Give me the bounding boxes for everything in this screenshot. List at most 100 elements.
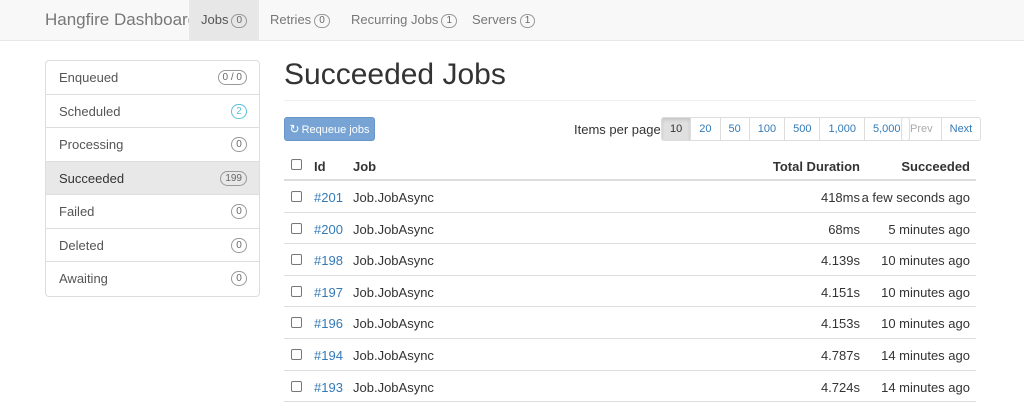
sidebar-item-count: 0 [231, 204, 247, 219]
table-header: Id Job Total Duration Succeeded [284, 150, 976, 181]
job-name: Job.JobAsync [353, 316, 434, 332]
sidebar-item-label: Scheduled [59, 103, 121, 119]
nav-servers-label: Servers [472, 12, 517, 27]
sidebar-item-count: 199 [220, 170, 247, 186]
job-id-link[interactable]: #194 [314, 348, 343, 363]
page-size-1000[interactable]: 1,000 [819, 118, 864, 140]
job-name: Job.JobAsync [353, 221, 434, 237]
job-succeeded-time: 14 minutes ago [881, 379, 970, 395]
sidebar-item-count: 2 [231, 103, 247, 119]
row-checkbox[interactable] [291, 285, 302, 297]
select-all-checkbox[interactable] [291, 159, 302, 170]
requeue-jobs-button[interactable]: ↻ Requeue jobs [284, 117, 375, 141]
job-duration: 4.787s [820, 347, 860, 363]
nav-recurring-jobs-count: 1 [441, 14, 457, 28]
sidebar-item-label: Succeeded [59, 170, 125, 186]
sidebar-item-awaiting[interactable]: Awaiting 0 [46, 262, 259, 296]
sidebar-item-count: 0 [231, 137, 247, 152]
nav-recurring-jobs[interactable]: Recurring Jobs 1 [339, 0, 469, 40]
job-succeeded-time: 10 minutes ago [881, 253, 970, 269]
sidebar-item-deleted[interactable]: Deleted 0 [46, 229, 259, 262]
table-row: #201 Job.JobAsync 418ms a few seconds ag… [284, 181, 976, 213]
job-duration: 4.139s [820, 253, 860, 269]
sidebar-item-label: Enqueued [59, 70, 119, 85]
job-duration: 4.151s [820, 284, 860, 300]
row-checkbox[interactable] [291, 222, 302, 234]
job-succeeded-time: 14 minutes ago [881, 347, 970, 363]
table-row: #193 Job.JobAsync 4.724s 14 minutes ago [284, 371, 976, 403]
jobs-table: Id Job Total Duration Succeeded #201 Job… [284, 150, 976, 403]
table-row: #198 Job.JobAsync 4.139s 10 minutes ago [284, 244, 976, 276]
job-id-link[interactable]: #197 [314, 285, 343, 300]
requeue-jobs-label: Requeue jobs [301, 124, 370, 136]
job-id-link[interactable]: #200 [314, 222, 343, 237]
row-checkbox[interactable] [291, 191, 302, 202]
job-duration: 4.724s [820, 379, 860, 395]
top-navbar: Hangfire Dashboard Jobs 0 Retries 0 Recurr… [0, 0, 1024, 41]
job-succeeded-time: 5 minutes ago [888, 221, 970, 237]
job-id-link[interactable]: #193 [314, 380, 343, 395]
nav-servers[interactable]: Servers 1 [460, 0, 547, 40]
pagination: Prev Next [901, 117, 982, 141]
page-size-selector: 10 20 50 100 500 1,000 5,000 [661, 117, 910, 141]
job-id-link[interactable]: #196 [314, 316, 343, 331]
job-name: Job.JobAsync [353, 190, 434, 205]
nav-jobs-count: 0 [231, 14, 248, 28]
header-succeeded: Succeeded [901, 159, 970, 174]
sidebar-item-label: Processing [59, 137, 124, 152]
nav-retries-label: Retries [270, 12, 312, 27]
job-id-link[interactable]: #201 [314, 190, 343, 205]
job-name: Job.JobAsync [353, 379, 434, 395]
sidebar-item-label: Failed [59, 204, 95, 219]
sidebar-item-count: 0 [231, 237, 247, 253]
nav-retries[interactable]: Retries 0 [258, 0, 342, 40]
job-name: Job.JobAsync [353, 284, 434, 300]
page-title: Succeeded Jobs [284, 58, 506, 91]
job-duration: 4.153s [820, 316, 860, 332]
job-duration: 418ms [820, 190, 860, 205]
job-succeeded-time: a few seconds ago [861, 190, 970, 205]
table-row: #197 Job.JobAsync 4.151s 10 minutes ago [284, 276, 976, 308]
header-total-duration: Total Duration [772, 159, 860, 174]
job-id-link[interactable]: #198 [314, 253, 343, 268]
page-size-100[interactable]: 100 [748, 118, 784, 140]
prev-page-button[interactable]: Prev [902, 118, 941, 140]
sidebar-item-scheduled[interactable]: Scheduled 2 [46, 95, 259, 128]
brand-title[interactable]: Hangfire Dashboard [45, 10, 197, 30]
refresh-icon: ↻ [289, 122, 300, 136]
job-name: Job.JobAsync [353, 253, 434, 269]
sidebar-item-label: Deleted [59, 237, 104, 253]
title-divider [284, 100, 976, 101]
sidebar-item-count: 0 / 0 [217, 70, 247, 85]
table-row: #200 Job.JobAsync 68ms 5 minutes ago [284, 213, 976, 245]
page-size-500[interactable]: 500 [784, 118, 819, 140]
row-checkbox[interactable] [291, 380, 302, 392]
sidebar-item-failed[interactable]: Failed 0 [46, 195, 259, 229]
job-duration: 68ms [828, 221, 860, 237]
row-checkbox[interactable] [291, 348, 302, 360]
items-per-page-label: Items per page: [574, 122, 665, 137]
job-name: Job.JobAsync [353, 347, 434, 363]
page-size-50[interactable]: 50 [719, 118, 749, 140]
job-succeeded-time: 10 minutes ago [881, 284, 970, 300]
row-checkbox[interactable] [291, 317, 302, 329]
header-job: Job [353, 159, 377, 174]
sidebar-item-count: 0 [231, 271, 247, 286]
job-succeeded-time: 10 minutes ago [881, 316, 970, 332]
header-id: Id [314, 159, 326, 174]
sidebar-item-enqueued[interactable]: Enqueued 0 / 0 [46, 61, 259, 95]
sidebar-item-succeeded[interactable]: Succeeded 199 [46, 161, 259, 195]
page-size-20[interactable]: 20 [690, 118, 719, 140]
nav-jobs[interactable]: Jobs 0 [189, 0, 260, 40]
nav-retries-count: 0 [314, 14, 330, 28]
nav-recurring-jobs-label: Recurring Jobs [351, 12, 439, 27]
next-page-button[interactable]: Next [940, 118, 981, 140]
nav-jobs-label: Jobs [201, 12, 229, 27]
sidebar-item-processing[interactable]: Processing 0 [46, 128, 259, 162]
nav-servers-count: 1 [519, 14, 536, 28]
page-size-10[interactable]: 10 [662, 118, 691, 140]
row-checkbox[interactable] [291, 254, 302, 266]
sidebar-item-label: Awaiting [59, 271, 108, 286]
table-row: #194 Job.JobAsync 4.787s 14 minutes ago [284, 339, 976, 371]
table-row: #196 Job.JobAsync 4.153s 10 minutes ago [284, 307, 976, 339]
